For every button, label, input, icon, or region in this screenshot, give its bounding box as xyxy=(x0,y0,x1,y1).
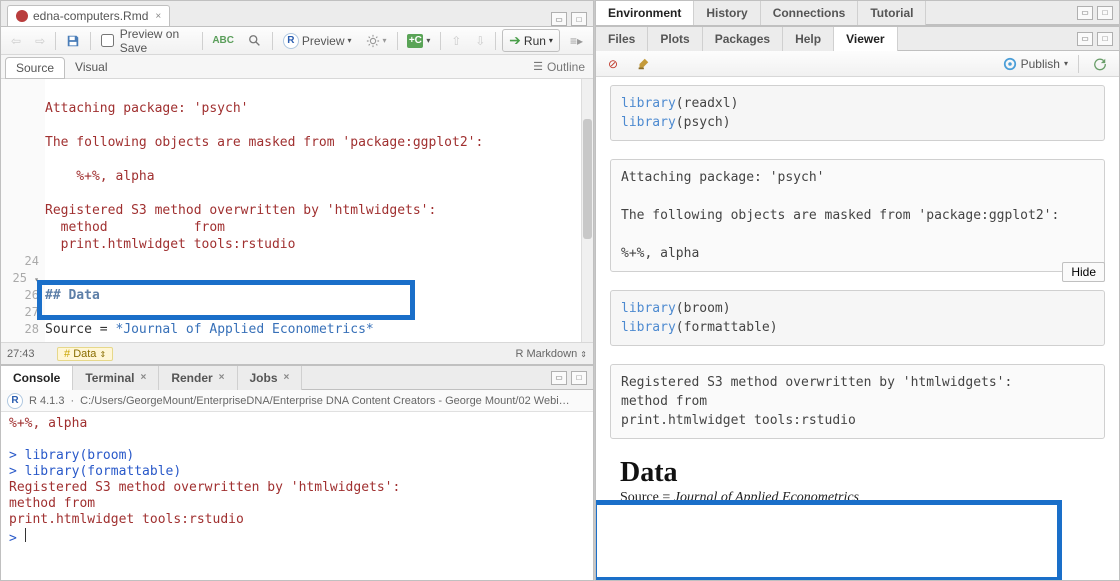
source-view-tab[interactable]: Source xyxy=(5,57,65,79)
clear-viewer-icon[interactable] xyxy=(632,55,654,73)
gear-icon[interactable]: ▾ xyxy=(362,32,391,50)
connections-tab[interactable]: Connections xyxy=(761,1,859,25)
output-text: method from xyxy=(45,220,225,235)
output-text: %+%, alpha xyxy=(45,169,155,184)
maximize-icon[interactable]: □ xyxy=(571,371,587,385)
rendered-text: Source = xyxy=(620,490,674,505)
publish-source-icon[interactable]: ≡▸ xyxy=(566,32,587,50)
hide-button[interactable]: Hide xyxy=(1062,262,1105,282)
minimize-icon[interactable]: ▭ xyxy=(1077,32,1093,46)
r-icon: R xyxy=(7,393,23,409)
output-block: Attaching package: 'psych' The following… xyxy=(610,159,1105,272)
output-text: Attaching package: 'psych' xyxy=(45,101,249,116)
r-version: R 4.1.3 xyxy=(29,395,64,407)
remove-viewer-icon[interactable]: ⊘ xyxy=(604,55,622,73)
close-icon[interactable]: × xyxy=(219,372,225,383)
section-crumb[interactable]: # Data ⇕ xyxy=(57,347,113,361)
console-tab[interactable]: Console xyxy=(1,366,73,390)
viewer-tab[interactable]: Viewer xyxy=(834,27,897,51)
publish-button[interactable]: Publish ▾ xyxy=(1003,57,1068,71)
find-icon[interactable] xyxy=(244,32,266,50)
maximize-icon[interactable]: □ xyxy=(1097,32,1113,46)
next-chunk-icon[interactable]: ⇩ xyxy=(471,32,489,50)
publish-icon xyxy=(1003,57,1017,71)
filename: edna-computers.Rmd xyxy=(33,9,148,23)
r-icon: R xyxy=(283,33,299,49)
rendered-heading: Data xyxy=(620,463,1095,482)
close-icon[interactable]: × xyxy=(155,11,161,22)
environment-tab[interactable]: Environment xyxy=(596,1,694,25)
run-button[interactable]: ➔ Run ▾ xyxy=(502,29,560,52)
minimize-icon[interactable]: ▭ xyxy=(551,12,567,26)
maximize-icon[interactable]: □ xyxy=(1097,6,1113,20)
files-tab[interactable]: Files xyxy=(596,27,648,51)
close-icon[interactable]: × xyxy=(284,372,290,383)
insert-chunk-icon[interactable]: +C ▾ xyxy=(403,32,434,50)
console-output[interactable]: %+%, alpha > library(broom) > library(fo… xyxy=(1,412,593,580)
line-gutter: 24 25 ▾ 26 27 28 xyxy=(1,79,45,342)
scrollbar[interactable] xyxy=(581,79,593,342)
render-tab[interactable]: Render× xyxy=(159,366,237,390)
history-tab[interactable]: History xyxy=(694,1,760,25)
rmd-icon xyxy=(16,10,28,22)
forward-icon[interactable]: ⇨ xyxy=(31,32,49,50)
terminal-tab[interactable]: Terminal× xyxy=(73,366,159,390)
editor-toolbar: ⇦ ⇨ Preview on Save ABC R Preview ▾ ▾ xyxy=(1,27,593,55)
editor-status-bar: 27:43 # Data ⇕ R Markdown ⇕ xyxy=(1,342,593,364)
outline-toggle[interactable]: ☰ Outline xyxy=(533,60,585,74)
maximize-icon[interactable]: □ xyxy=(571,12,587,26)
rendered-italic: Journal of Applied Econometrics xyxy=(674,490,859,505)
packages-tab[interactable]: Packages xyxy=(703,27,783,51)
prev-chunk-icon[interactable]: ⇧ xyxy=(447,32,465,50)
preview-on-save-checkbox[interactable]: Preview on Save xyxy=(97,25,196,57)
close-icon[interactable]: × xyxy=(140,372,146,383)
code-block: library(broom) library(formattable) xyxy=(610,290,1105,346)
refresh-icon[interactable] xyxy=(1089,55,1111,73)
help-tab[interactable]: Help xyxy=(783,27,834,51)
rendered-markdown: Data Source = Journal of Applied Econome… xyxy=(610,457,1105,513)
jobs-tab[interactable]: Jobs× xyxy=(238,366,303,390)
minimize-icon[interactable]: ▭ xyxy=(551,371,567,385)
working-dir[interactable]: C:/Users/GeorgeMount/EnterpriseDNA/Enter… xyxy=(80,395,587,407)
back-icon[interactable]: ⇦ xyxy=(7,32,25,50)
plots-tab[interactable]: Plots xyxy=(648,27,702,51)
code-editor[interactable]: 24 25 ▾ 26 27 28 Attaching package: 'psy… xyxy=(1,79,593,342)
viewer-content[interactable]: library(readxl) library(psych) Attaching… xyxy=(596,77,1119,580)
file-type-selector[interactable]: R Markdown ⇕ xyxy=(515,348,587,360)
run-icon: ➔ xyxy=(509,32,521,49)
output-text: print.htmlwidget tools:rstudio xyxy=(45,237,295,252)
minimize-icon[interactable]: ▭ xyxy=(1077,6,1093,20)
spellcheck-icon[interactable]: ABC xyxy=(208,33,238,48)
tutorial-tab[interactable]: Tutorial xyxy=(858,1,926,25)
cursor-position: 27:43 xyxy=(7,348,57,360)
file-tab[interactable]: edna-computers.Rmd × xyxy=(7,5,170,26)
save-icon[interactable] xyxy=(62,32,84,50)
visual-view-tab[interactable]: Visual xyxy=(65,57,117,77)
markdown-text: Source = xyxy=(45,322,115,337)
code-block: library(readxl) library(psych) xyxy=(610,85,1105,141)
preview-dropdown[interactable]: R Preview ▾ xyxy=(279,31,356,51)
markdown-italic: *Journal of Applied Econometrics* xyxy=(115,322,373,337)
output-block: Registered S3 method overwritten by 'htm… xyxy=(610,364,1105,439)
markdown-heading: ## Data xyxy=(45,288,100,303)
output-text: The following objects are masked from 'p… xyxy=(45,135,483,150)
output-text: Registered S3 method overwritten by 'htm… xyxy=(45,203,436,218)
